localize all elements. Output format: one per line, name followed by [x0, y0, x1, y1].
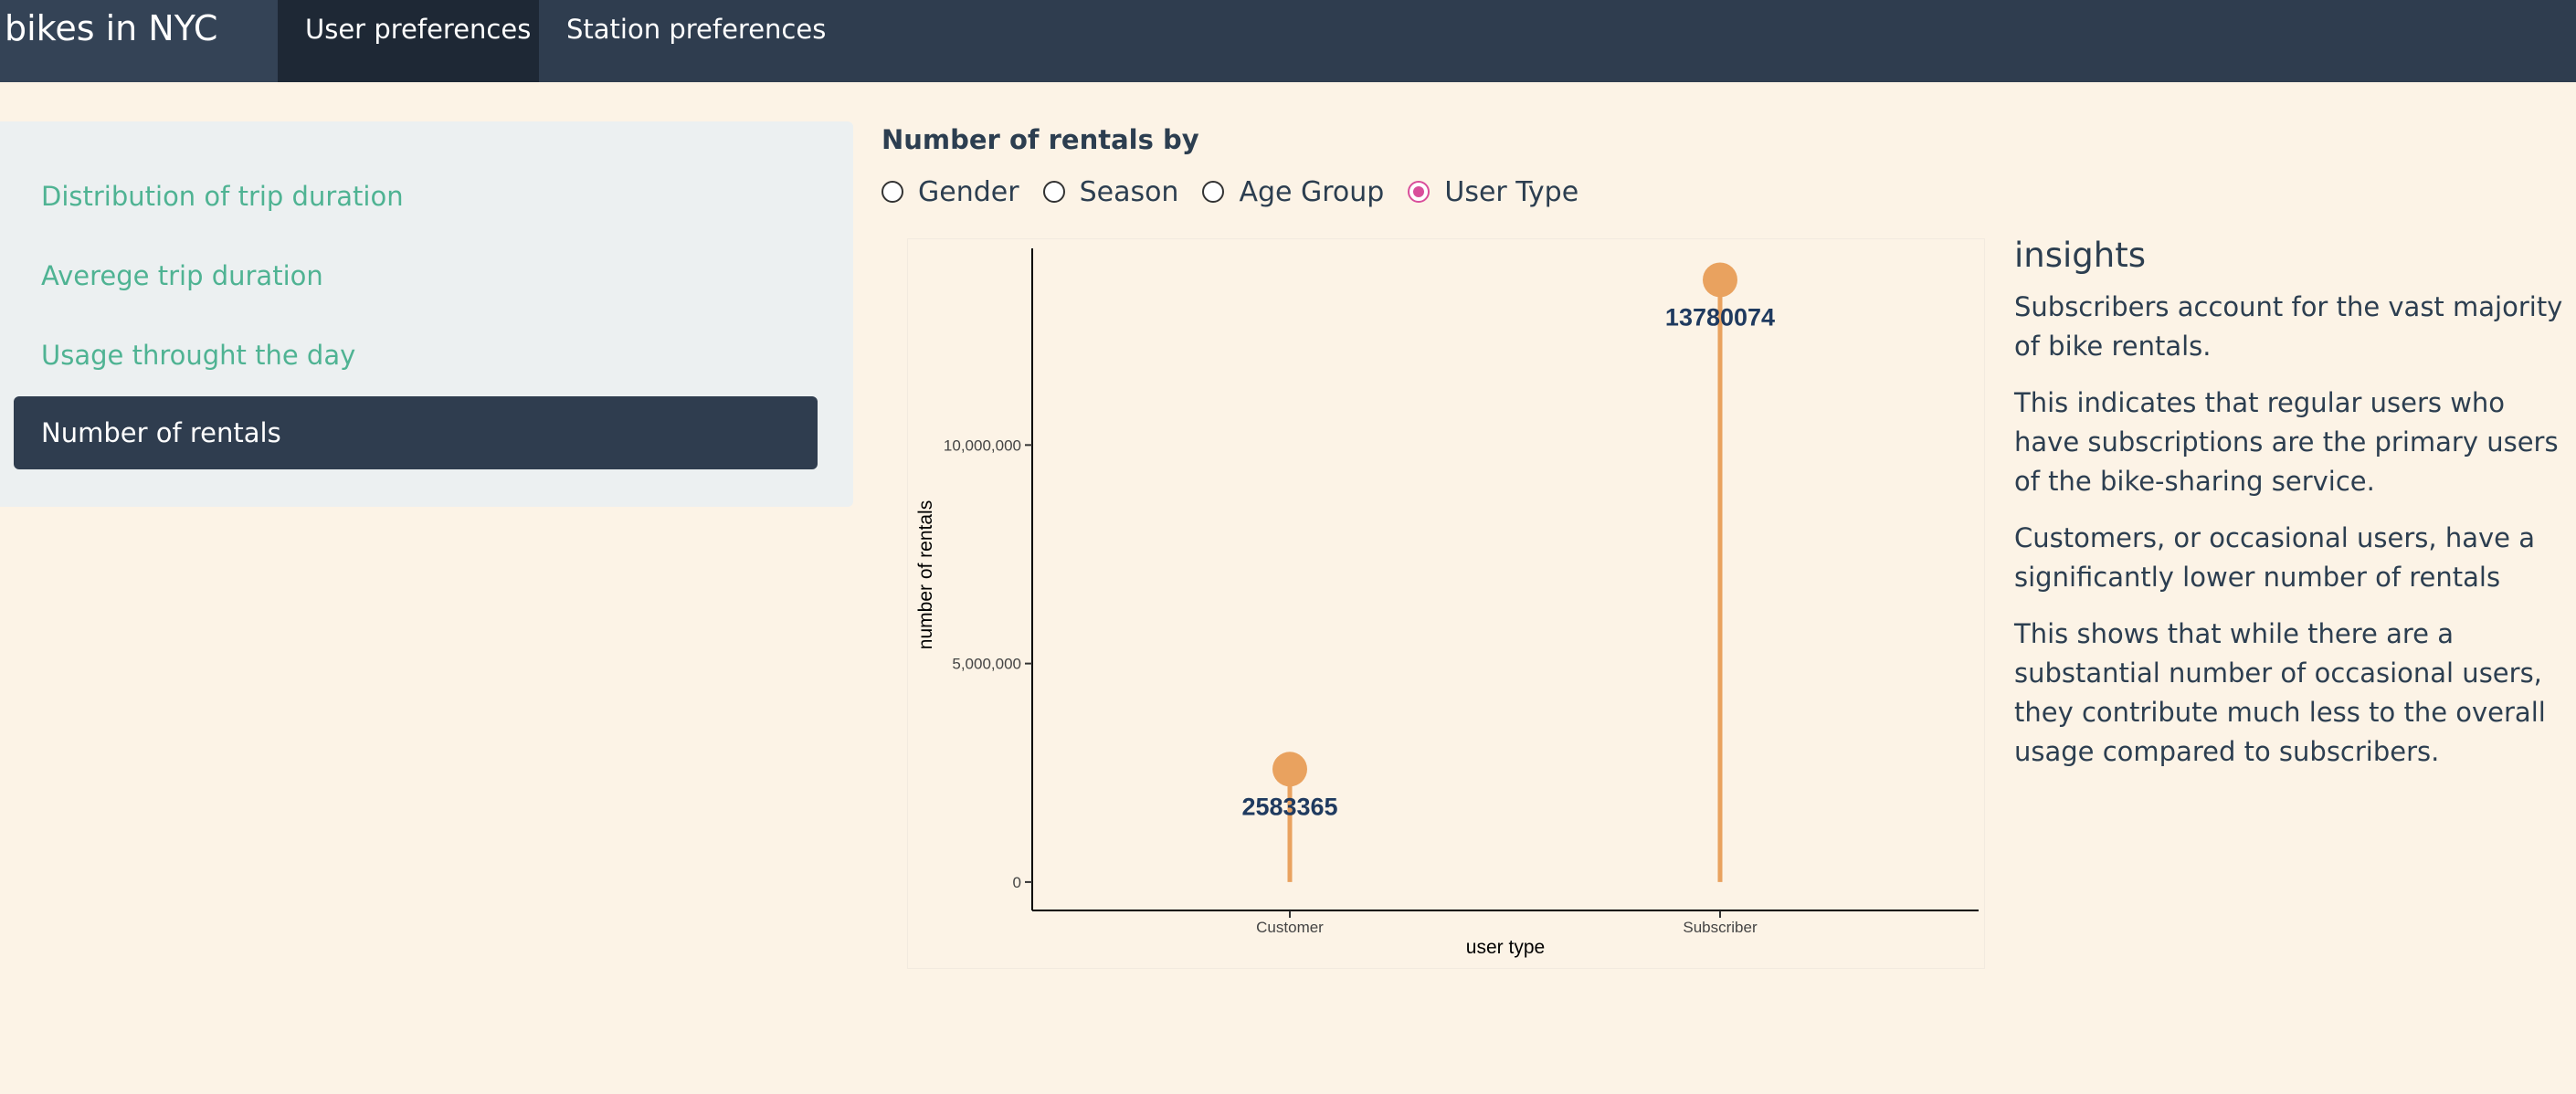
- lollipop-point: [1272, 752, 1307, 787]
- data-label: 13780074: [1665, 303, 1775, 331]
- insight-paragraph: This indicates that regular users who ha…: [2014, 387, 2559, 497]
- radio-option-gender[interactable]: Gender: [882, 176, 1019, 208]
- radio-label: Age Group: [1239, 175, 1385, 208]
- sidebar-item-number-of-rentals[interactable]: Number of rentals: [14, 396, 818, 469]
- radio-option-user-type[interactable]: User Type: [1408, 176, 1578, 208]
- radio-button[interactable]: [1042, 181, 1065, 203]
- sidebar: Distribution of trip duration Averege tr…: [0, 121, 853, 507]
- insight-paragraph: Subscribers account for the vast majorit…: [2014, 291, 2563, 362]
- radio-option-age-group[interactable]: Age Group: [1202, 176, 1384, 208]
- app-brand[interactable]: bikes in NYC: [0, 0, 278, 82]
- x-axis-title: user type: [1466, 937, 1545, 958]
- y-axis-title: number of rentals: [915, 500, 936, 649]
- lollipop-point: [1703, 262, 1737, 298]
- sidebar-item-trip-duration-distribution[interactable]: Distribution of trip duration: [14, 160, 818, 233]
- y-tick-label: 0: [1013, 874, 1021, 891]
- tab-station-preferences[interactable]: Station preferences: [539, 0, 831, 82]
- y-tick-label: 5,000,000: [952, 656, 1021, 673]
- radio-group: Gender Season Age Group User Type: [882, 174, 1602, 210]
- chart-panel: 0 5,000,000 10,000,000 Customer 2583365 Subsc…: [907, 238, 1985, 969]
- insight-paragraph: Customers, or occasional users, have a s…: [2014, 522, 2535, 593]
- radio-button[interactable]: [882, 181, 903, 203]
- radio-label: Gender: [918, 175, 1019, 208]
- radio-group-title: Number of rentals by: [882, 124, 1199, 155]
- sidebar-item-usage-through-day[interactable]: Usage throught the day: [14, 319, 818, 392]
- navbar: bikes in NYC User preferences Station pr…: [0, 0, 2576, 82]
- insights-title: insights: [2014, 236, 2147, 275]
- x-tick-label: Customer: [1256, 919, 1324, 936]
- sidebar-item-average-trip-duration[interactable]: Averege trip duration: [14, 239, 818, 312]
- lollipop-chart: 0 5,000,000 10,000,000 Customer 2583365 Subsc…: [915, 248, 1979, 958]
- radio-button[interactable]: [1202, 181, 1225, 203]
- radio-button-selected[interactable]: [1408, 181, 1431, 203]
- y-tick-label: 10,000,000: [944, 437, 1021, 454]
- insights-panel: insights Subscribers account for the vas…: [2014, 236, 2571, 789]
- data-label: 2583365: [1241, 793, 1337, 820]
- tab-user-preferences[interactable]: User preferences: [278, 0, 539, 82]
- radio-option-season[interactable]: Season: [1042, 175, 1179, 208]
- x-tick-label: Subscriber: [1683, 919, 1758, 936]
- insight-paragraph: This shows that while there are a substa…: [2014, 618, 2546, 767]
- radio-label: Season: [1079, 175, 1179, 208]
- radio-label: User Type: [1444, 175, 1579, 208]
